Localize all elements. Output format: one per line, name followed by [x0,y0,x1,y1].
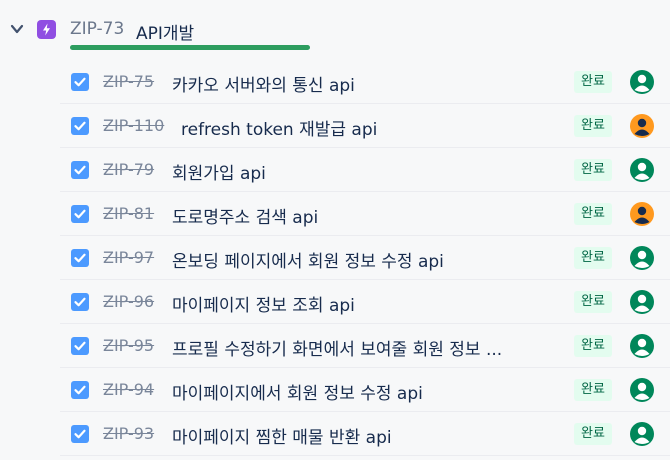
issue-row[interactable]: ZIP-93 마이페이지 찜한 매물 반환 api 완료 [60,412,670,456]
issue-title[interactable]: refresh token 재발급 api [181,115,377,140]
issue-title[interactable]: 회원가입 api [172,159,266,184]
issue-title[interactable]: 도로명주소 검색 api [172,203,318,228]
checkbox-checked-icon[interactable] [71,381,89,399]
issue-key[interactable]: ZIP-81 [103,204,154,223]
checkbox-checked-icon[interactable] [71,73,89,91]
issue-title[interactable]: 마이페이지 정보 조회 api [172,291,355,316]
issue-row[interactable]: ZIP-95 프로필 수정하기 화면에서 보여줄 회원 정보 ... 완료 [60,324,670,368]
checkbox-checked-icon[interactable] [71,425,89,443]
avatar-icon[interactable] [630,70,654,94]
avatar-icon[interactable] [630,202,654,226]
epic-icon [37,20,56,39]
issue-title[interactable]: 프로필 수정하기 화면에서 보여줄 회원 정보 ... [172,335,502,360]
avatar-icon[interactable] [630,334,654,358]
status-badge[interactable]: 완료 [574,115,612,137]
status-badge[interactable]: 완료 [574,159,612,181]
avatar-icon[interactable] [630,290,654,314]
issue-key[interactable]: ZIP-97 [103,248,154,267]
issue-key[interactable]: ZIP-94 [103,380,154,399]
issue-title[interactable]: 카카오 서버와의 통신 api [172,71,355,96]
epic-title[interactable]: API개발 [136,19,194,44]
checkbox-checked-icon[interactable] [71,161,89,179]
status-badge[interactable]: 완료 [574,423,612,445]
epic-key[interactable]: ZIP-73 [70,19,124,39]
checkbox-checked-icon[interactable] [71,249,89,267]
issue-key[interactable]: ZIP-93 [103,424,154,443]
issue-title[interactable]: 마이페이지 찜한 매물 반환 api [172,423,392,448]
issue-title[interactable]: 마이페이지에서 회원 정보 수정 api [172,379,423,404]
avatar-icon[interactable] [630,114,654,138]
checkbox-checked-icon[interactable] [71,337,89,355]
avatar-icon[interactable] [630,422,654,446]
issue-key[interactable]: ZIP-95 [103,336,154,355]
status-badge[interactable]: 완료 [574,291,612,313]
issue-row[interactable]: ZIP-97 온보딩 페이지에서 회원 정보 수정 api 완료 [60,236,670,280]
issue-row[interactable]: ZIP-94 마이페이지에서 회원 정보 수정 api 완료 [60,368,670,412]
checkbox-checked-icon[interactable] [71,117,89,135]
issue-row[interactable]: ZIP-96 마이페이지 정보 조회 api 완료 [60,280,670,324]
epic-progress-bar [70,45,310,50]
status-badge[interactable]: 완료 [574,203,612,225]
checkbox-checked-icon[interactable] [71,293,89,311]
issue-key[interactable]: ZIP-110 [103,116,164,135]
issue-row[interactable]: ZIP-79 회원가입 api 완료 [60,148,670,192]
epic-row[interactable]: ZIP-73 API개발 [0,0,670,50]
status-badge[interactable]: 완료 [574,71,612,93]
status-badge[interactable]: 완료 [574,335,612,357]
issue-key[interactable]: ZIP-75 [103,72,154,91]
chevron-down-icon[interactable] [10,22,24,36]
avatar-icon[interactable] [630,378,654,402]
issue-key[interactable]: ZIP-96 [103,292,154,311]
issue-row[interactable]: ZIP-75 카카오 서버와의 통신 api 완료 [60,60,670,104]
issue-row[interactable]: ZIP-81 도로명주소 검색 api 완료 [60,192,670,236]
checkbox-checked-icon[interactable] [71,205,89,223]
issue-row[interactable]: ZIP-110 refresh token 재발급 api 완료 [60,104,670,148]
issue-key[interactable]: ZIP-79 [103,160,154,179]
avatar-icon[interactable] [630,246,654,270]
issue-title[interactable]: 온보딩 페이지에서 회원 정보 수정 api [172,247,444,272]
status-badge[interactable]: 완료 [574,379,612,401]
avatar-icon[interactable] [630,158,654,182]
status-badge[interactable]: 완료 [574,247,612,269]
